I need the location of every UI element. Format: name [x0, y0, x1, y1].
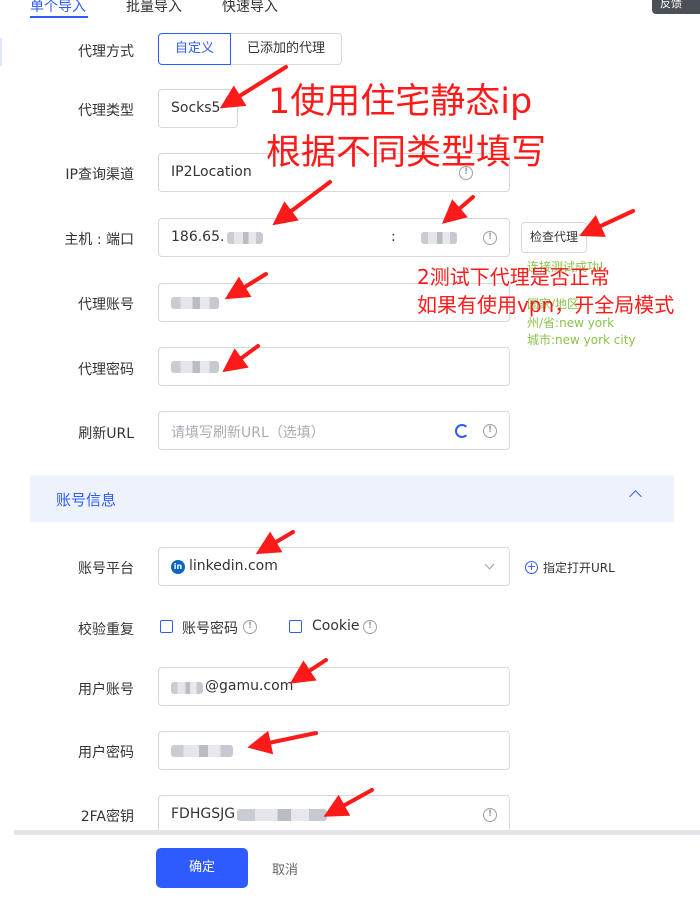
arrow-user-password: [247, 730, 318, 755]
arrow-host: [272, 180, 332, 226]
arrow-check-proxy: [579, 209, 635, 237]
arrow-proxy-account: [224, 272, 268, 300]
arrow-port: [441, 195, 475, 224]
arrow-platform: [255, 530, 295, 555]
arrow-proxy-password: [222, 344, 260, 373]
annotation-arrows: [219, 65, 635, 817]
arrow-twofa: [323, 788, 374, 817]
arrow-proxy-type: [219, 65, 288, 109]
arrow-user-account: [289, 658, 328, 684]
